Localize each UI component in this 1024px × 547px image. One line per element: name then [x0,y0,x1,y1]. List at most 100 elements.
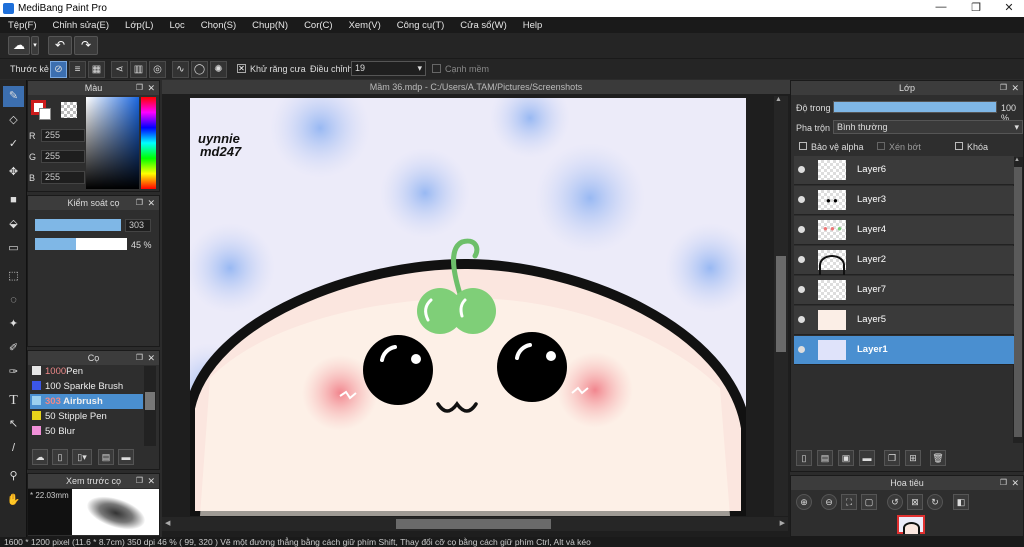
radial-ruler-icon[interactable]: ⋖ [111,61,128,78]
detach-icon[interactable]: ❐ [136,81,143,95]
brush-item[interactable]: 1000Pen [30,366,143,379]
shape-tool-icon[interactable]: ■ [3,190,24,211]
scroll-thumb[interactable] [1014,167,1022,437]
scroll-up-icon[interactable]: ▲ [1014,157,1020,163]
concentric-ruler-icon[interactable]: ◎ [149,61,166,78]
menu-edit[interactable]: Chỉnh sửa(E) [53,20,110,31]
menu-view[interactable]: Xem(V) [349,20,381,31]
layer-row[interactable]: ● ● ● Layer4 [794,216,1014,245]
close-icon[interactable]: ✕ [147,196,155,210]
adjust-select[interactable]: 19 ▾ [351,61,426,76]
visibility-eye-icon[interactable] [798,346,805,353]
hue-slider[interactable] [141,97,156,189]
menu-layer[interactable]: Lớp(L) [125,20,153,31]
fit-window-icon[interactable]: ⛶ [841,494,857,510]
menu-filter[interactable]: Lọc [169,20,184,31]
brush-list-scrollbar[interactable] [144,366,156,446]
close-button[interactable]: ✕ [994,1,1024,14]
dot-tool-icon[interactable]: ✓ [3,134,24,155]
visibility-eye-icon[interactable] [798,256,805,263]
canvas-vertical-scrollbar[interactable]: ▲ [774,96,788,516]
scroll-right-icon[interactable]: ▶ [780,519,785,527]
ellipse-ruler-icon[interactable]: ◯ [191,61,208,78]
ruler-off-icon[interactable]: ⊘ [50,61,67,78]
new-brush-icon[interactable]: ▯ [52,449,68,465]
layer-row-selected[interactable]: Layer1 [794,336,1014,365]
close-icon[interactable]: ✕ [147,81,155,95]
menu-snap[interactable]: Chụp(N) [252,20,288,31]
layer-row[interactable]: Layer7 [794,276,1014,305]
gradient-tool-icon[interactable]: ▭ [3,238,24,259]
operation-tool-icon[interactable]: ↖ [3,414,24,435]
scroll-thumb[interactable] [145,392,155,410]
brush-item[interactable]: 100 Sparkle Brush [30,379,143,394]
visibility-eye-icon[interactable] [798,166,805,173]
magic-wand-tool-icon[interactable]: ✦ [3,314,24,335]
new-8bit-layer-icon[interactable]: ▣ [838,450,854,466]
close-icon[interactable]: ✕ [1011,81,1019,95]
brush-item[interactable]: 50 Blur [30,424,143,439]
scroll-up-icon[interactable]: ▲ [775,96,782,103]
hand-tool-icon[interactable]: ✋ [3,490,24,511]
brush-item-selected[interactable]: 303 Airbrush [30,394,143,409]
brush-size-field[interactable]: 303 [125,219,151,232]
symmetry-ruler-icon[interactable]: ✺ [210,61,227,78]
maximize-button[interactable]: ❐ [961,1,991,14]
visibility-eye-icon[interactable] [798,196,805,203]
scroll-thumb[interactable] [396,519,551,529]
cloud-icon[interactable]: ☁ [8,36,30,55]
menu-window[interactable]: Cửa sổ(W) [460,20,506,31]
text-tool-icon[interactable]: T [3,390,24,411]
new-folder-icon[interactable]: ▬ [859,450,875,466]
menu-tools[interactable]: Công cụ(T) [397,20,445,31]
flip-horizontal-icon[interactable]: ◧ [953,494,969,510]
b-value-field[interactable]: 255 [41,171,85,184]
layer-row[interactable]: Layer5 [794,306,1014,335]
secondary-color-swatch[interactable] [39,108,51,120]
duplicate-layer-icon[interactable]: ❐ [884,450,900,466]
menu-select[interactable]: Chọn(S) [201,20,236,31]
visibility-eye-icon[interactable] [798,226,805,233]
new-layer-icon[interactable]: ▯ [796,450,812,466]
select-tool-icon[interactable]: ⬚ [3,266,24,287]
select-pen-tool-icon[interactable]: ✐ [3,338,24,359]
lock-checkbox[interactable] [955,142,963,150]
visibility-eye-icon[interactable] [798,316,805,323]
layer-opacity-slider[interactable] [833,101,997,113]
eyedropper-tool-icon[interactable]: ⚲ [3,466,24,487]
brush-folder-icon[interactable]: ▬ [118,449,134,465]
brush-tool-icon[interactable]: ✎ [3,86,24,107]
canvas-horizontal-scrollbar[interactable]: ◀ ▶ [162,517,788,531]
visibility-eye-icon[interactable] [798,286,805,293]
eraser-tool-icon[interactable]: ◇ [3,110,24,131]
brush-item[interactable]: 50 Stipple Pen [30,409,143,424]
clip-checkbox[interactable] [877,142,885,150]
detach-icon[interactable]: ❐ [136,474,143,488]
transparent-color-swatch[interactable] [61,102,77,118]
add-brush-icon[interactable]: ☁ [32,449,48,465]
menu-file[interactable]: Tệp(F) [8,20,37,31]
soft-edge-checkbox[interactable] [432,64,441,73]
protect-alpha-checkbox[interactable] [799,142,807,150]
undo-icon[interactable]: ↶ [48,36,72,55]
minimize-button[interactable]: — [926,1,956,13]
merge-layer-icon[interactable]: ⊞ [905,450,921,466]
layer-row[interactable]: Layer2 [794,246,1014,275]
grid-ruler-icon[interactable]: ▦ [88,61,105,78]
navigator-thumbnail[interactable] [897,515,925,534]
color-saturation-box[interactable] [86,97,139,189]
parallel-ruler-icon[interactable]: ≡ [69,61,86,78]
move-tool-icon[interactable]: ✥ [3,162,24,183]
divide-tool-icon[interactable]: / [3,438,24,459]
blend-mode-select[interactable]: Bình thường ▾ [833,120,1023,134]
brush-opacity-slider[interactable] [35,238,127,250]
rotate-left-icon[interactable]: ↺ [887,494,903,510]
brush-settings-icon[interactable]: ▤ [98,449,114,465]
curve-ruler-icon[interactable]: ∿ [172,61,189,78]
new-halftone-layer-icon[interactable]: ▤ [817,450,833,466]
actual-size-icon[interactable]: ▢ [861,494,877,510]
antialias-checkbox[interactable]: ✕ [237,64,246,73]
scroll-thumb[interactable] [776,256,786,352]
detach-icon[interactable]: ❐ [1000,81,1007,95]
cloud-dropdown-icon[interactable]: ▾ [31,36,39,55]
